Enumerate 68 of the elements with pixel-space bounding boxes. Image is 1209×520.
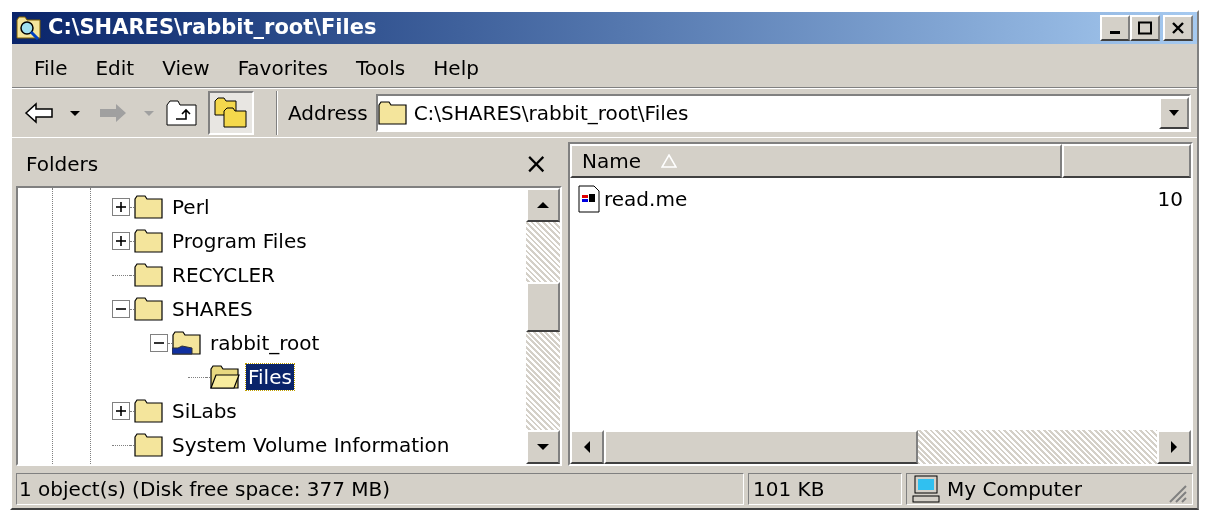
table-cell-text: 10 bbox=[1157, 186, 1183, 213]
address-label: Address bbox=[288, 100, 368, 127]
collapse-icon[interactable] bbox=[112, 300, 130, 318]
maximize-button[interactable] bbox=[1130, 15, 1160, 41]
tree-item[interactable]: Program Files bbox=[170, 228, 309, 254]
folder-icon bbox=[134, 432, 164, 458]
sort-arrow-icon bbox=[661, 154, 677, 168]
pane-title: Folders bbox=[26, 151, 99, 178]
maximize-icon bbox=[1137, 21, 1153, 35]
minimize-button[interactable] bbox=[1100, 15, 1130, 41]
address-field[interactable]: C:\SHARES\rabbit_root\Files bbox=[375, 94, 1191, 132]
menu-item[interactable]: Help bbox=[421, 52, 491, 83]
scroll-down-button[interactable] bbox=[526, 430, 560, 464]
menu-item[interactable]: File bbox=[22, 52, 80, 83]
horizontal-scrollbar[interactable] bbox=[570, 430, 1191, 464]
right-arrow-icon bbox=[1171, 441, 1177, 453]
left-arrow-icon bbox=[584, 441, 590, 453]
folder-icon bbox=[134, 398, 164, 424]
tree-item[interactable]: Files bbox=[246, 364, 294, 390]
close-button[interactable] bbox=[1163, 15, 1193, 41]
folder-icon bbox=[134, 228, 164, 254]
folders-toggle-button[interactable] bbox=[208, 91, 254, 135]
close-pane-button[interactable]: × bbox=[524, 150, 548, 178]
up-folder-icon[interactable] bbox=[166, 99, 198, 127]
collapse-icon[interactable] bbox=[150, 334, 168, 352]
folder-icon bbox=[134, 194, 164, 220]
status-size: 101 KB bbox=[748, 473, 902, 505]
folder-icon bbox=[377, 100, 408, 126]
caret-icon bbox=[1167, 108, 1181, 118]
expand-icon[interactable] bbox=[112, 198, 130, 216]
back-arrow-icon[interactable] bbox=[24, 102, 54, 124]
menu-item[interactable]: Tools bbox=[344, 52, 418, 83]
column-header[interactable] bbox=[1062, 144, 1191, 178]
dropdown-caret-icon[interactable] bbox=[68, 108, 82, 118]
search-folder-icon bbox=[16, 16, 42, 40]
expand-icon[interactable] bbox=[112, 232, 130, 250]
computer-icon bbox=[911, 475, 941, 503]
document-icon bbox=[578, 185, 600, 213]
menu-item[interactable]: Edit bbox=[83, 52, 147, 83]
status-zone: My Computer bbox=[947, 476, 1082, 503]
window-title: C:\SHARES\rabbit_root\Files bbox=[48, 14, 377, 42]
tree-item[interactable]: SiLabs bbox=[170, 398, 239, 424]
close-icon bbox=[1170, 21, 1186, 35]
open-folder-icon bbox=[210, 364, 240, 390]
tree-item[interactable]: RECYCLER bbox=[170, 262, 277, 288]
up-arrow-icon bbox=[537, 202, 549, 208]
status-summary: 1 object(s) (Disk free space: 377 MB) bbox=[16, 473, 744, 505]
scroll-up-button[interactable] bbox=[526, 188, 560, 222]
tree-item[interactable]: rabbit_root bbox=[208, 330, 322, 356]
folder-icon bbox=[134, 262, 164, 288]
shared-folder-icon bbox=[172, 330, 202, 356]
scroll-thumb[interactable] bbox=[604, 430, 918, 464]
tree-item[interactable]: SHARES bbox=[170, 296, 255, 322]
vertical-scrollbar[interactable] bbox=[526, 188, 560, 464]
menu-item[interactable]: View bbox=[150, 52, 222, 83]
down-arrow-icon bbox=[537, 444, 549, 450]
column-header[interactable]: Name bbox=[570, 144, 1062, 178]
tree-item[interactable]: Perl bbox=[170, 194, 212, 220]
scroll-thumb[interactable] bbox=[526, 282, 560, 332]
file-name[interactable]: read.me bbox=[604, 184, 688, 214]
folder-icon bbox=[134, 296, 164, 322]
menu-item[interactable]: Favorites bbox=[225, 52, 340, 83]
scroll-left-button[interactable] bbox=[570, 430, 604, 464]
dropdown-button[interactable] bbox=[1159, 97, 1189, 129]
expand-icon[interactable] bbox=[112, 402, 130, 420]
scroll-right-button[interactable] bbox=[1157, 430, 1191, 464]
minimize-icon bbox=[1110, 31, 1120, 34]
tree-item[interactable]: System Volume Information bbox=[170, 432, 452, 458]
